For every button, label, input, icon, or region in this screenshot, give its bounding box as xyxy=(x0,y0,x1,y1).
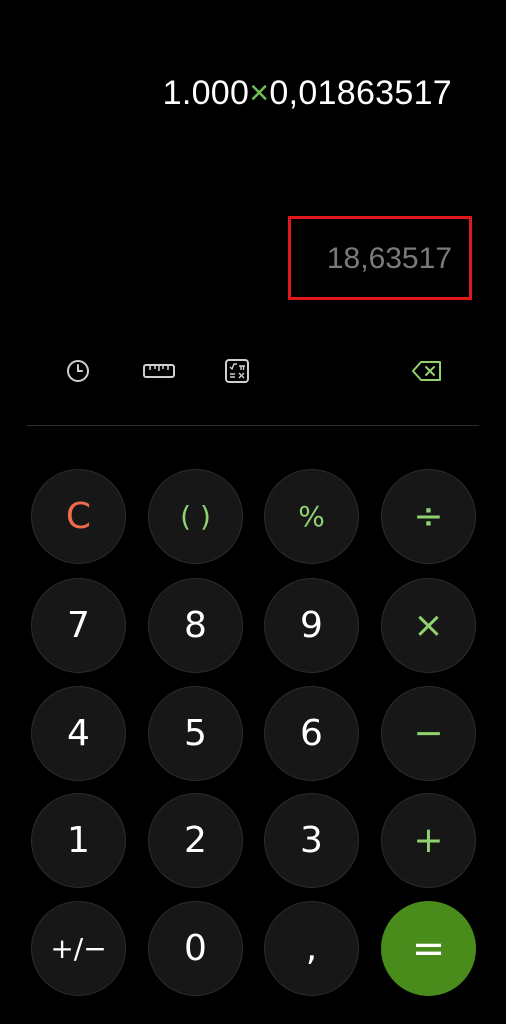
scientific-functions-icon xyxy=(225,359,249,383)
unit-converter-button[interactable] xyxy=(142,356,176,386)
scientific-mode-button[interactable] xyxy=(222,356,252,386)
equals-button[interactable]: = xyxy=(381,901,476,996)
toolbar-divider xyxy=(27,425,479,426)
digit-5-button[interactable]: 5 xyxy=(148,686,243,781)
clock-icon xyxy=(67,360,89,382)
digit-2-button[interactable]: 2 xyxy=(148,793,243,888)
decimal-button[interactable]: , xyxy=(264,901,359,996)
parentheses-button[interactable]: ( ) xyxy=(148,469,243,564)
plus-minus-button[interactable]: +/− xyxy=(31,901,126,996)
digit-3-button[interactable]: 3 xyxy=(264,793,359,888)
ruler-icon xyxy=(143,364,175,378)
divide-button[interactable]: ÷ xyxy=(381,469,476,564)
expression-operator: × xyxy=(249,74,270,112)
backspace-button[interactable] xyxy=(410,356,444,386)
multiply-button[interactable]: × xyxy=(381,578,476,673)
digit-0-button[interactable]: 0 xyxy=(148,901,243,996)
expression-right: 0,01863517 xyxy=(269,74,452,112)
digit-8-button[interactable]: 8 xyxy=(148,578,243,673)
expression-left: 1.000 xyxy=(162,74,250,112)
digit-9-button[interactable]: 9 xyxy=(264,578,359,673)
clear-button[interactable]: C xyxy=(31,469,126,564)
percent-button[interactable]: % xyxy=(264,469,359,564)
digit-4-button[interactable]: 4 xyxy=(31,686,126,781)
digit-7-button[interactable]: 7 xyxy=(31,578,126,673)
plus-button[interactable]: + xyxy=(381,793,476,888)
digit-1-button[interactable]: 1 xyxy=(31,793,126,888)
digit-6-button[interactable]: 6 xyxy=(264,686,359,781)
history-button[interactable] xyxy=(63,356,93,386)
minus-button[interactable]: − xyxy=(381,686,476,781)
backspace-icon xyxy=(412,361,441,381)
result-preview: 18,63517 xyxy=(326,242,452,275)
expression-display: 1.000×0,01863517 xyxy=(163,74,452,113)
